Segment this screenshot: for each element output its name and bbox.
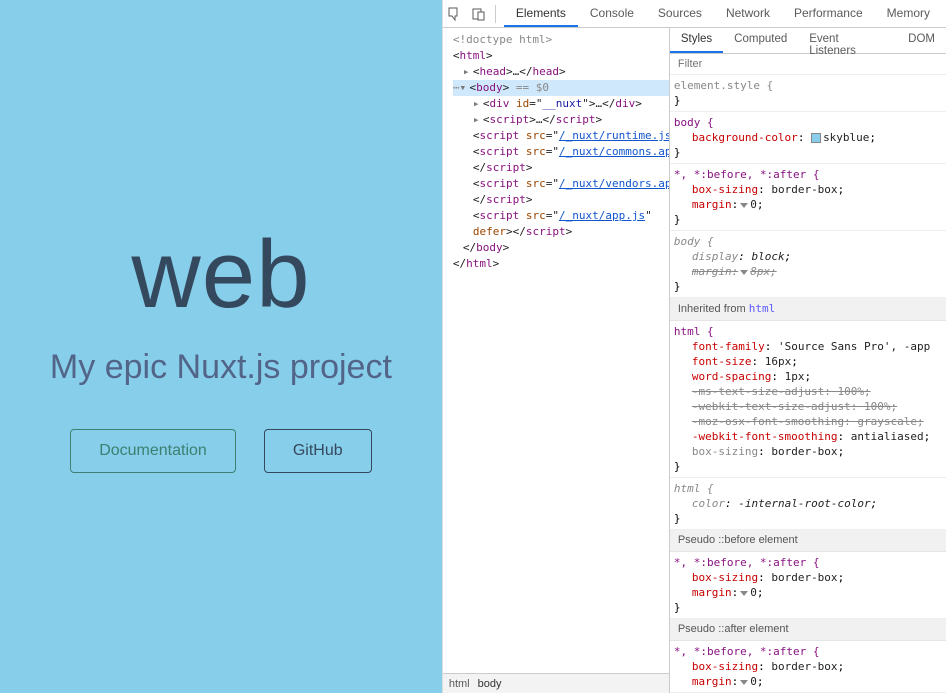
documentation-button[interactable]: Documentation: [70, 429, 236, 473]
div-nuxt-node[interactable]: ▸<div id="__nuxt">…</div>: [473, 96, 669, 112]
page-subtitle: My epic Nuxt.js project: [50, 348, 392, 387]
page-buttons: Documentation GitHub: [70, 429, 371, 473]
breadcrumb: html body: [443, 673, 669, 693]
devtools-panel: Elements Console Sources Network Perform…: [442, 0, 946, 693]
devtools-toolbar: Elements Console Sources Network Perform…: [443, 0, 946, 28]
pseudo-before-header: Pseudo ::before element: [670, 530, 946, 552]
tab-performance[interactable]: Performance: [782, 1, 875, 27]
github-button[interactable]: GitHub: [264, 429, 372, 473]
styles-tabs: Styles Computed Event Listeners DOM: [670, 28, 946, 54]
nuxt-page: web My epic Nuxt.js project Documentatio…: [0, 0, 442, 693]
tab-network[interactable]: Network: [714, 1, 782, 27]
head-node[interactable]: ▸<head>…</head>: [453, 64, 669, 80]
styles-panel: Styles Computed Event Listeners DOM elem…: [669, 28, 946, 693]
page-title: web: [131, 220, 310, 330]
body-close-node[interactable]: </body>: [453, 240, 669, 256]
tab-sources[interactable]: Sources: [646, 1, 714, 27]
script-app-node[interactable]: <script src="/_nuxt/app.js"defer></scrip…: [473, 208, 669, 240]
body-node[interactable]: ⋯▾<body> == $0: [453, 80, 669, 96]
crumb-body[interactable]: body: [478, 678, 502, 690]
tab-memory[interactable]: Memory: [875, 1, 942, 27]
inherited-header: Inherited from html: [670, 298, 946, 321]
script-commons-node[interactable]: <script src="/_nuxt/commons.app.js" defe…: [473, 144, 669, 176]
styles-tab-listeners[interactable]: Event Listeners: [798, 28, 897, 53]
style-rules[interactable]: element.style { } body { background-colo…: [670, 75, 946, 693]
styles-tab-computed[interactable]: Computed: [723, 28, 798, 53]
script-runtime-node[interactable]: <script src="/_nuxt/runtime.js" defer></…: [473, 128, 669, 144]
styles-tab-styles[interactable]: Styles: [670, 28, 723, 53]
tab-console[interactable]: Console: [578, 1, 646, 27]
html-node[interactable]: <html>: [453, 48, 669, 64]
styles-tab-dom[interactable]: DOM: [897, 28, 946, 53]
filter-input[interactable]: [670, 54, 946, 74]
tab-elements[interactable]: Elements: [504, 1, 578, 27]
pseudo-after-header: Pseudo ::after element: [670, 619, 946, 641]
inspect-icon[interactable]: [447, 6, 463, 22]
html-close-node[interactable]: </html>: [453, 256, 669, 272]
styles-filter: [670, 54, 946, 75]
device-toggle-icon[interactable]: [471, 6, 487, 22]
doctype-node[interactable]: <!doctype html>: [453, 32, 669, 48]
crumb-html[interactable]: html: [449, 678, 470, 690]
devtools-tabs: Elements Console Sources Network Perform…: [504, 1, 942, 27]
elements-tree[interactable]: <!doctype html> <html> ▸<head>…</head> ⋯…: [443, 28, 669, 693]
script-vendors-node[interactable]: <script src="/_nuxt/vendors.app.js" defe…: [473, 176, 669, 208]
script-node[interactable]: ▸<script>…</script>: [473, 112, 669, 128]
